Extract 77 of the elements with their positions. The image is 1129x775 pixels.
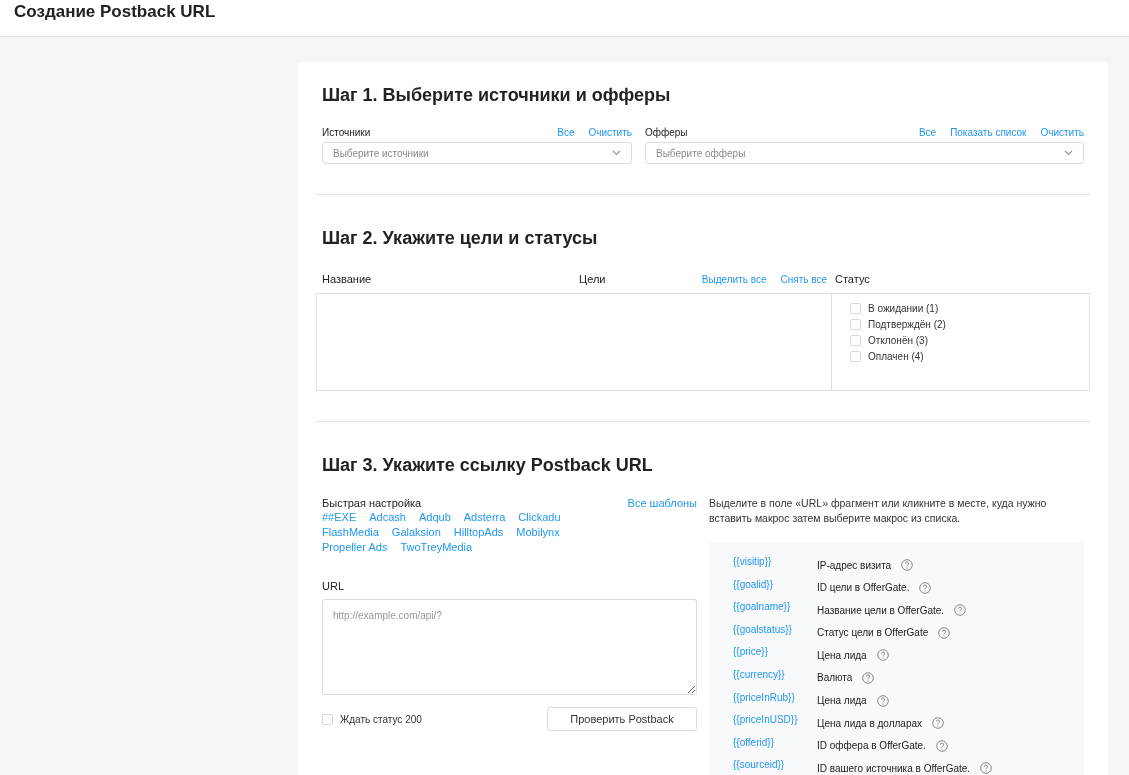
field-link[interactable]: Очистить [588,126,632,138]
step-heading: Шаг 1. Выберите источники и офферы [322,84,672,106]
template-link[interactable]: Mobilynx [516,525,560,540]
template-link[interactable]: Adqub [418,510,451,525]
macro-description: Статус цели в OfferGate [817,627,929,639]
macro-link[interactable]: {{visitip}} [733,556,817,567]
column-header: Цели [579,273,606,285]
help-icon[interactable] [919,581,932,594]
macro-link[interactable]: {{priceInUSD}} [733,714,817,726]
url-input[interactable]: http://example.com/api/? [322,599,697,695]
template-link[interactable]: Adsterra [463,510,506,525]
field-label: Источники [322,126,371,138]
template-link[interactable]: Propeller Ads [322,540,388,555]
macro-link[interactable]: {{currency}} [733,668,817,680]
chevron-down-icon [612,150,621,156]
help-icon[interactable] [862,671,875,684]
help-icon[interactable] [954,604,967,617]
macro-link[interactable]: {{price}} [733,646,817,658]
macro-description: ID вашего источника в OfferGate. [817,762,971,774]
page-title: Создание Postback URL [14,2,216,22]
chevron-down-icon [1064,150,1073,156]
template-link[interactable]: Galaksion [391,525,441,540]
macro-description: Валюта [817,672,853,684]
macro-link[interactable]: {{priceInRub}} [733,691,817,703]
checkbox[interactable] [322,713,333,725]
checkbox[interactable] [850,335,861,346]
macro-link[interactable]: {{goalname}} [733,601,817,613]
field-link[interactable]: Очистить [1040,126,1084,138]
select-field[interactable]: Выберите источники [322,142,632,164]
select-field[interactable]: Выберите офферы [645,142,1084,164]
template-link[interactable]: TwoTreyMedia [400,540,473,555]
step-heading: Шаг 2. Укажите цели и статусы [322,227,599,249]
help-icon[interactable] [932,717,945,730]
checkbox-label: В ожидании (1) [868,303,939,314]
help-icon[interactable] [876,649,889,662]
checkbox-label: Подтверждён (2) [868,319,946,330]
checkbox-label: Ждать статус 200 [340,713,422,725]
field-link[interactable]: Показать список [950,126,1027,138]
column-header: Статус [835,273,871,285]
all-templates-link[interactable]: Все шаблоны [627,497,697,509]
section-label: Быстрая настройка [322,497,422,509]
url-label: URL [322,580,345,592]
field-link[interactable]: Все [918,126,937,138]
template-link[interactable]: FlashMedia [322,525,379,540]
select-link[interactable]: Выделить все [701,273,767,285]
help-icon[interactable] [876,694,889,707]
macro-description: IP-адрес визита [817,559,892,571]
column-header: Название [322,273,373,285]
select-link[interactable]: Снять все [780,273,827,285]
template-link[interactable]: ##EXE [322,510,357,525]
help-icon[interactable] [980,762,993,775]
checkbox-label: Оплачен (4) [868,351,924,362]
macro-description: Цена лида в долларах [817,717,923,729]
template-link[interactable]: HilltopAds [453,525,504,540]
macro-link[interactable]: {{goalid}} [733,578,817,590]
check-postback-button[interactable]: Проверить Postback [547,707,697,731]
field-link[interactable]: Все [557,126,575,138]
hint-text: Выделите в поле «URL» фрагмент или кликните в месте, куда нужно вставить макрос затем выберите макрос из списка. [709,496,1048,526]
macro-link[interactable]: {{sourceid}} [733,759,817,771]
template-link[interactable]: Adcash [369,510,406,525]
macro-description: ID цели в OfferGate. [817,582,910,594]
help-icon[interactable] [901,559,914,571]
checkbox[interactable] [850,319,861,330]
checkbox[interactable] [850,303,861,314]
template-link[interactable]: Clickadu [518,510,561,525]
checkbox[interactable] [850,351,861,362]
macro-description: Название цели в OfferGate. [817,604,945,616]
macro-link[interactable]: {{offerid}} [733,736,817,748]
step-heading: Шаг 3. Укажите ссылку Postback URL [322,454,654,476]
help-icon[interactable] [938,626,951,639]
checkbox-label: Отклонён (3) [868,335,928,346]
macro-description: ID оффера в OfferGate. [817,740,926,752]
macro-link[interactable]: {{goalstatus}} [733,623,817,635]
help-icon[interactable] [935,739,948,752]
macro-description: Цена лида [817,695,867,707]
field-label: Офферы [645,126,688,138]
macro-description: Цена лида [817,649,867,661]
